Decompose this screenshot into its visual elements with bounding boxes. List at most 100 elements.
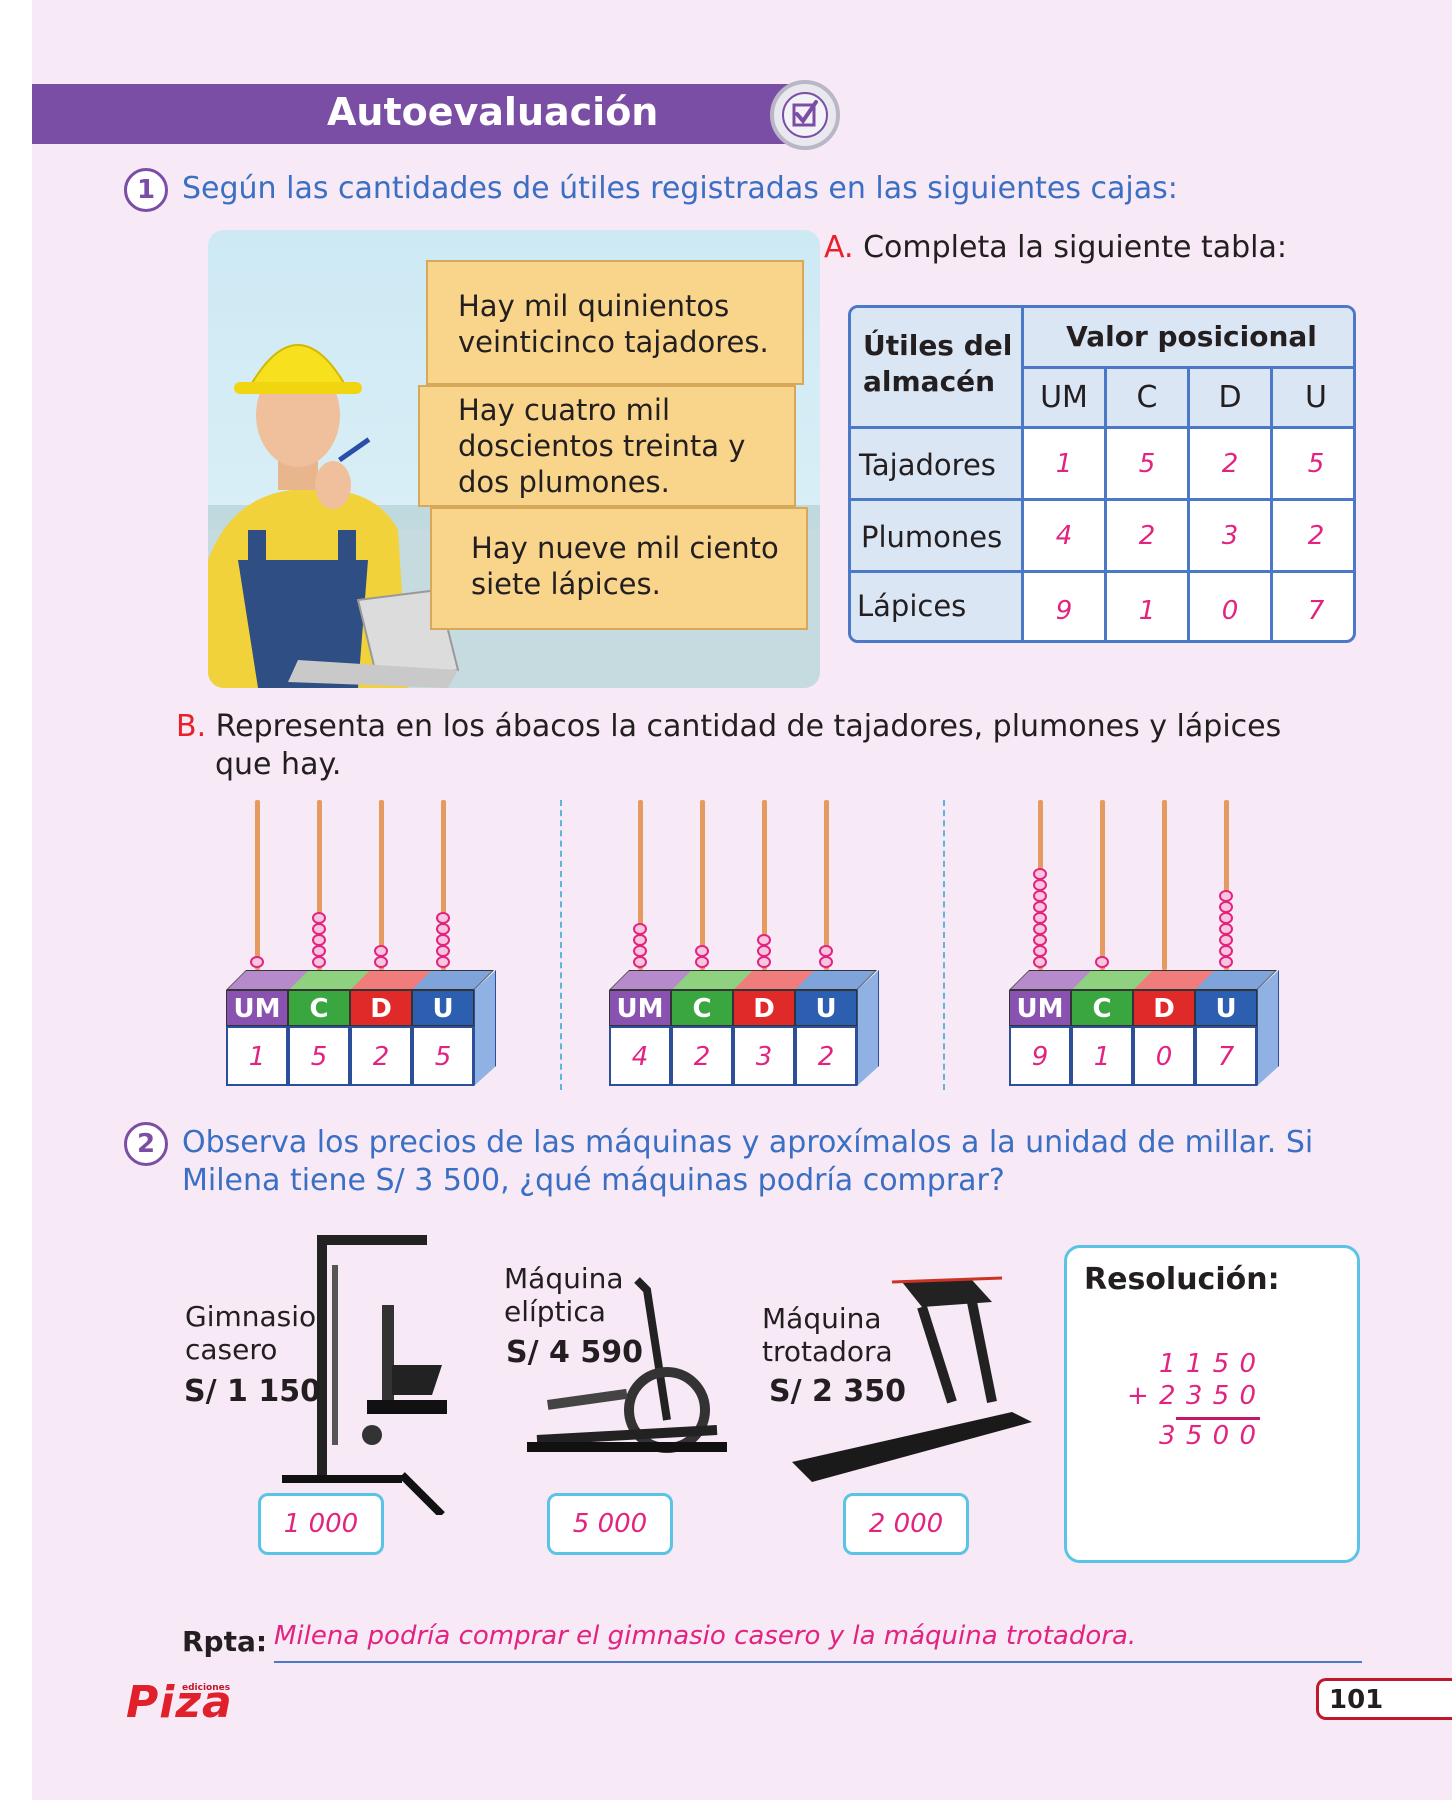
abacus-bead <box>250 956 264 968</box>
abacus-bead <box>819 956 833 968</box>
part-b-text-1: Representa en los ábacos la cantidad de … <box>215 709 1282 744</box>
abacus-label: C <box>1071 990 1133 1026</box>
abacus-value[interactable]: 2 <box>350 1026 412 1086</box>
abacus-bead <box>1219 934 1233 946</box>
abacus-bead <box>1219 923 1233 935</box>
col-c: C <box>1107 369 1190 429</box>
abacus-value[interactable]: 1 <box>1071 1026 1133 1086</box>
abacus-area: UM 1 C 5 D 2 U 5 UM 4 C 2 D 3 U 2 UM 9 C 1 D 0 U 7 <box>32 790 1452 1100</box>
abacus-label: C <box>671 990 733 1026</box>
abacus-value[interactable]: 9 <box>1009 1026 1071 1086</box>
table-cell: 9 <box>1024 573 1107 640</box>
row-header-cell: Útiles del almacén <box>851 308 1024 429</box>
page-title: Autoevaluación <box>327 90 659 134</box>
checkbox-icon <box>770 80 840 150</box>
abacus-bead <box>312 912 326 924</box>
abacus-bead <box>312 945 326 957</box>
abacus-bead <box>695 945 709 957</box>
approx-box-1[interactable]: 1 000 <box>258 1493 384 1555</box>
box-text-lapices: Hay nueve mil ciento siete lápices. <box>471 531 779 601</box>
abacus-value[interactable]: 3 <box>733 1026 795 1086</box>
row-name-lapices: Lápices <box>851 573 1024 640</box>
abacus-bead <box>1219 945 1233 957</box>
answer-text: Milena podría comprar el gimnasio casero… <box>274 1621 1137 1651</box>
table-cell: 7 <box>1307 596 1325 626</box>
abacus-bead <box>1033 912 1047 924</box>
table-cell: 2 <box>1273 501 1353 573</box>
machine-2-price: S/ 4 590 <box>506 1335 643 1370</box>
abacus-rod <box>1100 800 1105 970</box>
abacus-bead <box>1219 901 1233 913</box>
question-text-2: Milena tiene S/ 3 500, ¿qué máquinas pod… <box>182 1163 1005 1198</box>
machine-3-price: S/ 2 350 <box>769 1374 906 1409</box>
abacus-bead <box>633 934 647 946</box>
abacus-label: D <box>733 990 795 1026</box>
sum-line <box>1176 1417 1260 1420</box>
abacus-label: UM <box>226 990 288 1026</box>
abacus-value[interactable]: 2 <box>795 1026 857 1086</box>
table-cell: 1 <box>1024 429 1107 501</box>
abacus-label: C <box>288 990 350 1026</box>
table-cell: 2 <box>1107 501 1190 573</box>
abacus-bead <box>374 956 388 968</box>
abacus-label: U <box>1195 990 1257 1026</box>
table-cell: 5 <box>1107 429 1190 501</box>
abacus-label: U <box>795 990 857 1026</box>
abacus-value[interactable]: 7 <box>1195 1026 1257 1086</box>
table-cell: 5 <box>1273 429 1353 501</box>
abacus-bead <box>312 923 326 935</box>
box-text-plumones: Hay cuatro mil doscientos treinta y dos … <box>458 393 746 499</box>
resolution-result: 3 5 0 0 <box>1159 1421 1257 1451</box>
page-number: 101 <box>1329 1685 1384 1715</box>
machine-1-name-1: Gimnasio <box>185 1300 317 1333</box>
abacus-base-top <box>226 970 494 990</box>
question-text-1: Observa los precios de las máquinas y ap… <box>182 1125 1314 1160</box>
machine-1-price: S/ 1 150 <box>184 1374 321 1409</box>
abacus-value[interactable]: 5 <box>288 1026 350 1086</box>
divider <box>943 800 945 1090</box>
abacus-bead <box>633 945 647 957</box>
row-name-tajadores: Tajadores <box>851 429 1024 501</box>
abacus-base-side <box>1257 970 1279 1086</box>
machine-3-name-1: Máquina <box>762 1302 882 1335</box>
group-header-cell: Valor posicional <box>1024 308 1353 369</box>
abacus-bead <box>1095 956 1109 968</box>
abacus-bead <box>1033 890 1047 902</box>
resolution-box[interactable]: Resolución: 1 1 5 0 + 2 3 5 0 3 5 0 0 <box>1064 1245 1360 1563</box>
answer-line[interactable]: Milena podría comprar el gimnasio casero… <box>274 1621 1362 1663</box>
table-cell: 1 <box>1107 573 1190 640</box>
abacus-label: U <box>412 990 474 1026</box>
col-d: D <box>1190 369 1273 429</box>
abacus-bead <box>312 934 326 946</box>
col-u: U <box>1273 369 1353 429</box>
abacus-rod <box>1162 800 1167 970</box>
abacus-value[interactable]: 0 <box>1133 1026 1195 1086</box>
home-gym-image <box>272 1225 462 1518</box>
abacus-bead <box>1219 890 1233 902</box>
abacus-bead <box>633 923 647 935</box>
abacus-value[interactable]: 1 <box>226 1026 288 1086</box>
abacus-base-top <box>1009 970 1277 990</box>
question-text: Según las cantidades de útiles registrad… <box>182 171 1178 206</box>
abacus-value[interactable]: 4 <box>609 1026 671 1086</box>
part-b-text-2: que hay. <box>215 747 342 782</box>
part-b-letter: B. <box>176 709 207 744</box>
abacus-bead <box>819 945 833 957</box>
question-number: 1 <box>124 168 168 212</box>
abacus-bead <box>1033 945 1047 957</box>
abacus-bead <box>1033 879 1047 891</box>
approx-box-2[interactable]: 5 000 <box>547 1493 673 1555</box>
page-number-tab: 101 <box>1316 1678 1452 1720</box>
abacus-bead <box>1033 868 1047 880</box>
question-number: 2 <box>124 1122 168 1166</box>
table-cell: 2 <box>1190 429 1273 501</box>
machine-1-name-2: casero <box>185 1333 278 1366</box>
approx-box-3[interactable]: 2 000 <box>843 1493 969 1555</box>
abacus-base-side <box>857 970 879 1086</box>
abacus-bead <box>757 934 771 946</box>
abacus-value[interactable]: 2 <box>671 1026 733 1086</box>
box-text-tajadores: Hay mil quinientos veinticinco tajadores… <box>458 289 769 359</box>
abacus-bead <box>1033 934 1047 946</box>
abacus-bead <box>633 956 647 968</box>
abacus-value[interactable]: 5 <box>412 1026 474 1086</box>
